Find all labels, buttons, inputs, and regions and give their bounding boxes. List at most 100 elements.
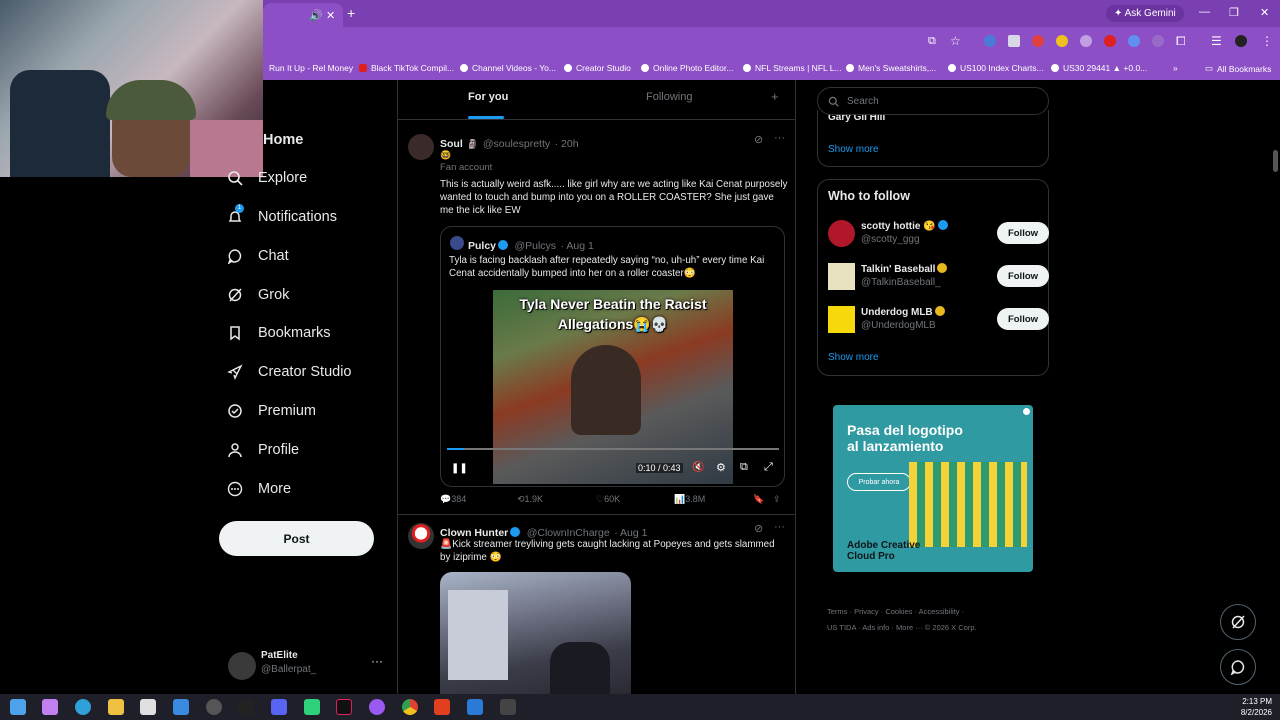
- tweet-author-handle[interactable]: @soulespretty: [483, 138, 550, 150]
- video-player[interactable]: Tyla Never Beatin the Racist Allegations…: [493, 290, 733, 484]
- tweet-video-thumbnail[interactable]: [440, 572, 631, 694]
- extension-icon[interactable]: [1080, 35, 1092, 47]
- post-button[interactable]: Post: [219, 521, 374, 556]
- like-button[interactable]: ♡ 60K: [596, 494, 620, 505]
- nav-bookmarks[interactable]: Bookmarks: [226, 324, 331, 342]
- tweet-author-name[interactable]: Soul: [440, 138, 463, 150]
- puzzle-icon[interactable]: ⧠: [1176, 34, 1186, 49]
- sidebar-icon[interactable]: ☰: [1211, 34, 1222, 48]
- extension-icon[interactable]: [1056, 35, 1068, 47]
- scrollbar-thumb[interactable]: [1273, 150, 1278, 172]
- mail-icon[interactable]: [173, 699, 189, 715]
- views-button[interactable]: 📊 3.8M: [674, 494, 705, 505]
- nav-grok[interactable]: Grok: [226, 286, 289, 304]
- tiktok-icon[interactable]: [336, 699, 352, 715]
- follow-suggestion[interactable]: scotty hottie 😘 @scotty_ggg Follow: [828, 220, 1049, 250]
- extension-icon[interactable]: [1128, 35, 1140, 47]
- grok-icon[interactable]: ⊘: [754, 133, 763, 146]
- settings-gear-icon[interactable]: ⚙: [716, 461, 726, 474]
- more-dots-icon[interactable]: ···: [774, 132, 785, 144]
- nav-explore[interactable]: Explore: [226, 169, 307, 187]
- nav-profile[interactable]: Profile: [226, 441, 299, 459]
- app-icon[interactable]: [369, 699, 385, 715]
- bookmark[interactable]: Channel Videos - Yo...: [460, 63, 556, 73]
- nav-notifications[interactable]: 1 Notifications: [226, 204, 337, 226]
- edge-icon[interactable]: [75, 699, 91, 715]
- all-bookmarks[interactable]: ▭ All Bookmarks: [1205, 63, 1271, 74]
- minimize-icon[interactable]: —: [1199, 6, 1210, 18]
- bookmark[interactable]: NFL Streams | NFL L...: [743, 63, 842, 73]
- footer-line[interactable]: Terms · Privacy · Cookies · Accessibilit…: [827, 604, 1047, 620]
- fullscreen-icon[interactable]: ⤢: [764, 461, 773, 474]
- avatar[interactable]: [408, 523, 434, 549]
- bookmark[interactable]: US100 Index Charts...: [948, 63, 1044, 73]
- close-window-icon[interactable]: ✕: [1260, 6, 1269, 19]
- speaker-icon[interactable]: 🔊: [309, 9, 323, 22]
- more-dots-icon[interactable]: ···: [774, 521, 785, 533]
- maximize-icon[interactable]: ❐: [1229, 6, 1239, 19]
- system-clock[interactable]: 2:13 PM 8/2/2026: [1241, 696, 1272, 718]
- file-explorer-icon[interactable]: [108, 699, 124, 715]
- windows-start-icon[interactable]: [10, 699, 26, 715]
- install-icon[interactable]: ⧉: [928, 35, 936, 48]
- chat-fab[interactable]: [1220, 649, 1256, 685]
- follow-button[interactable]: Follow: [997, 222, 1049, 244]
- avatar[interactable]: [408, 134, 434, 160]
- app-icon[interactable]: [304, 699, 320, 715]
- extension-icon[interactable]: [1104, 35, 1116, 47]
- active-tab[interactable]: 🔊 ✕: [263, 3, 343, 27]
- bookmark[interactable]: Online Photo Editor...: [641, 63, 733, 73]
- volume-icon[interactable]: 🔇: [692, 462, 704, 473]
- bookmark[interactable]: US30 29441 ▲ +0.0...: [1051, 63, 1147, 73]
- chrome-icon[interactable]: [402, 699, 418, 715]
- extension-icon[interactable]: [1032, 35, 1044, 47]
- ad-banner[interactable]: Pasa del logotipo al lanzamiento Probar …: [833, 405, 1033, 572]
- epic-games-icon[interactable]: [238, 699, 254, 715]
- bookmark[interactable]: Men's Sweatshirts,...: [846, 63, 936, 73]
- nav-home[interactable]: Home: [226, 131, 303, 149]
- app-icon[interactable]: [467, 699, 483, 715]
- extension-icon[interactable]: [1008, 35, 1020, 47]
- share-icon[interactable]: ⇪: [773, 494, 781, 505]
- follow-button[interactable]: Follow: [997, 308, 1049, 330]
- bookmark[interactable]: Run It Up - Rel Money: [269, 63, 353, 73]
- show-more-link[interactable]: Show more: [828, 352, 879, 363]
- repost-button[interactable]: ⟲ 1.9K: [517, 494, 543, 505]
- nav-premium[interactable]: Premium: [226, 402, 316, 420]
- profile-avatar[interactable]: [1235, 35, 1247, 47]
- reply-button[interactable]: 💬 384: [440, 494, 466, 505]
- chevron-right-icon[interactable]: »: [1173, 63, 1178, 73]
- nav-creator-studio[interactable]: Creator Studio: [226, 363, 352, 381]
- extension-icon[interactable]: [1152, 35, 1164, 47]
- follow-suggestion[interactable]: Talkin' Baseball @TalkinBaseball_ Follow: [828, 263, 1049, 293]
- ask-gemini-button[interactable]: ✦ Ask Gemini: [1106, 5, 1184, 22]
- ad-info-icon[interactable]: [1023, 408, 1030, 415]
- popout-icon[interactable]: ⧉: [740, 461, 748, 474]
- search-input[interactable]: Search: [817, 87, 1049, 115]
- tweet-time[interactable]: · 20h: [555, 138, 579, 150]
- show-more-link[interactable]: Show more: [828, 144, 879, 155]
- bookmark[interactable]: Creator Studio: [564, 63, 631, 73]
- copilot-icon[interactable]: [42, 699, 58, 715]
- extension-icon[interactable]: [984, 35, 996, 47]
- app-icon[interactable]: [206, 699, 222, 715]
- star-icon[interactable]: ☆: [950, 34, 961, 48]
- close-tab-icon[interactable]: ✕: [326, 9, 335, 22]
- store-icon[interactable]: [140, 699, 156, 715]
- account-switcher[interactable]: PatElite @Ballerpat_ ···: [228, 648, 388, 684]
- follow-suggestion[interactable]: Underdog MLB @UnderdogMLB Follow: [828, 306, 1049, 336]
- footer-line[interactable]: US TIDA · Ads info · More ··· © 2026 X C…: [827, 620, 1047, 636]
- new-tab-icon[interactable]: +: [347, 5, 355, 21]
- nav-more[interactable]: More: [226, 480, 291, 498]
- app-icon[interactable]: [500, 699, 516, 715]
- video-progress-bar[interactable]: [447, 448, 779, 450]
- tab-for-you[interactable]: For you: [468, 91, 508, 103]
- ad-cta-button[interactable]: Probar ahora: [847, 473, 911, 491]
- add-tab-icon[interactable]: +: [771, 89, 779, 104]
- grok-fab[interactable]: [1220, 604, 1256, 640]
- discord-icon[interactable]: [271, 699, 287, 715]
- app-icon[interactable]: [434, 699, 450, 715]
- tab-following[interactable]: Following: [646, 91, 692, 103]
- pause-icon[interactable]: ❚❚: [451, 463, 468, 474]
- follow-button[interactable]: Follow: [997, 265, 1049, 287]
